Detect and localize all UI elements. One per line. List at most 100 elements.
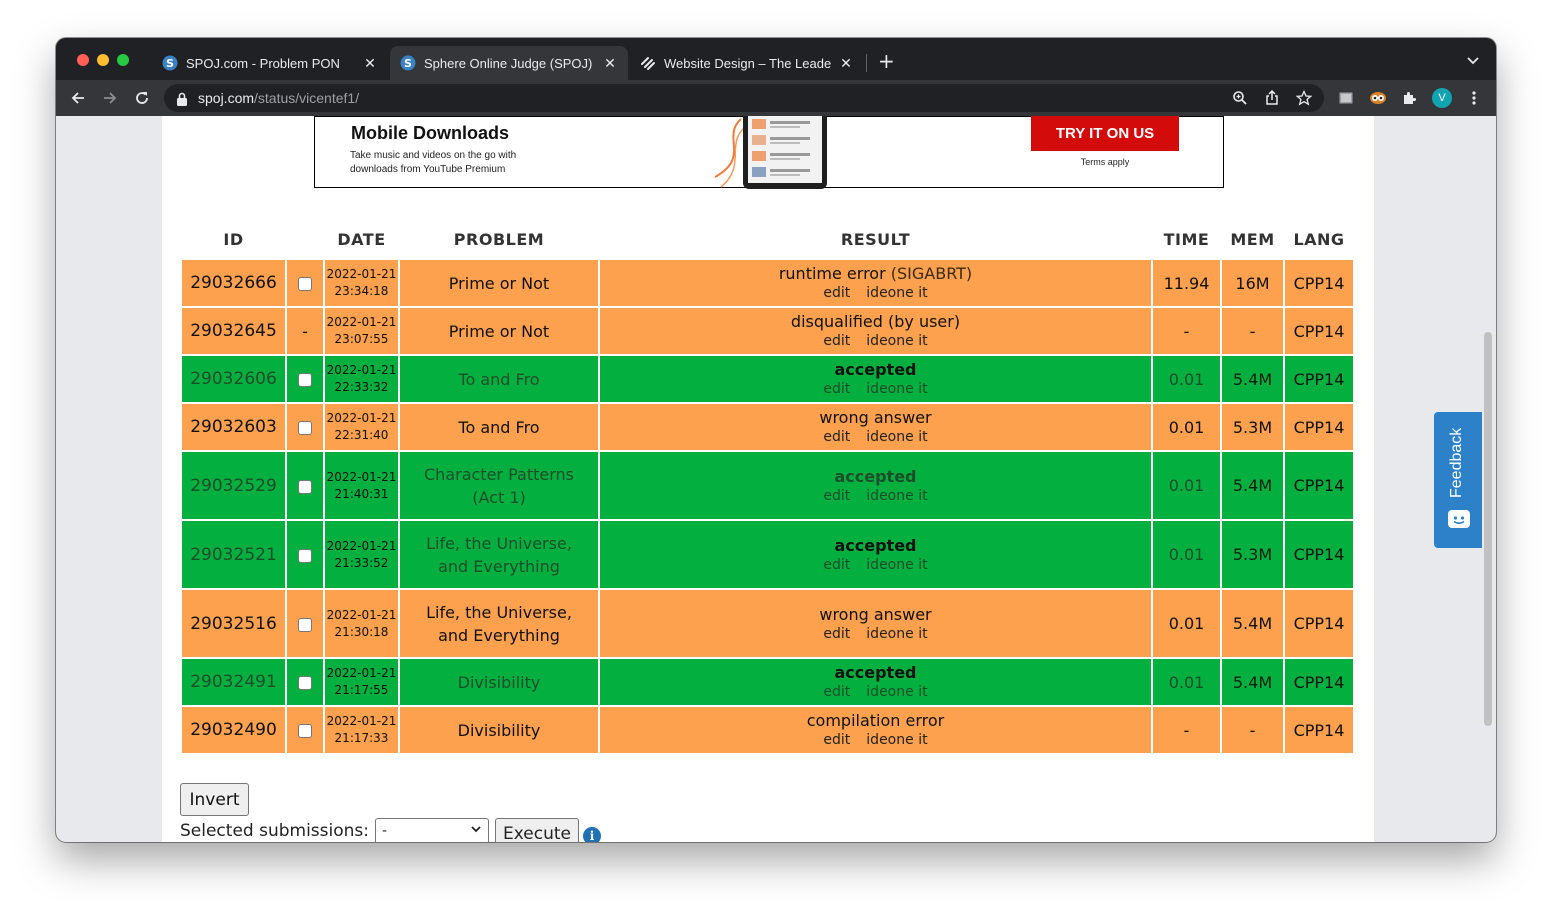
back-icon[interactable] bbox=[68, 88, 88, 108]
ad-cta-button[interactable]: TRY IT ON US bbox=[1031, 116, 1179, 151]
edit-link[interactable]: edit bbox=[823, 333, 850, 349]
ideone-link[interactable]: ideone it bbox=[866, 626, 927, 642]
col-header-time[interactable]: TIME bbox=[1153, 220, 1220, 258]
new-tab-button[interactable]: + bbox=[878, 50, 895, 72]
edit-link[interactable]: edit bbox=[823, 285, 850, 301]
address-bar[interactable]: spoj.com/status/vicentef1/ bbox=[164, 84, 1324, 112]
row-checkbox[interactable] bbox=[298, 548, 312, 563]
submission-date: 2022-01-21 22:33:32 bbox=[325, 356, 398, 402]
problem-link[interactable]: Life, the Universe, and Everything bbox=[400, 521, 598, 588]
reload-icon[interactable] bbox=[132, 88, 152, 108]
result-links: edit ideone it bbox=[600, 380, 1151, 398]
date-day: 2022-01-21 bbox=[326, 607, 397, 622]
tab-close-icon[interactable]: ✕ bbox=[838, 55, 854, 72]
problem-link[interactable]: Prime or Not bbox=[400, 308, 598, 354]
ideone-link[interactable]: ideone it bbox=[866, 381, 927, 397]
col-header-lang[interactable]: LANG bbox=[1285, 220, 1353, 258]
col-header-mem[interactable]: MEM bbox=[1222, 220, 1283, 258]
ideone-link[interactable]: ideone it bbox=[866, 557, 927, 573]
problem-link[interactable]: Prime or Not bbox=[400, 260, 598, 306]
submission-id[interactable]: 29032603 bbox=[182, 404, 285, 450]
problem-link[interactable]: Divisibility bbox=[400, 707, 598, 753]
ideone-link[interactable]: ideone it bbox=[866, 684, 927, 700]
col-header-problem[interactable]: PROBLEM bbox=[400, 220, 598, 258]
ideone-link[interactable]: ideone it bbox=[866, 732, 927, 748]
edit-link[interactable]: edit bbox=[823, 381, 850, 397]
submission-id[interactable]: 29032529 bbox=[182, 452, 285, 519]
result-status: runtime error bbox=[778, 264, 886, 283]
submission-id[interactable]: 29032521 bbox=[182, 521, 285, 588]
extension-screenshot-icon[interactable] bbox=[1336, 88, 1356, 108]
date-day: 2022-01-21 bbox=[326, 315, 397, 329]
lock-icon[interactable] bbox=[176, 91, 188, 110]
result-cell: compilation error edit ideone it bbox=[600, 707, 1151, 753]
problem-link[interactable]: To and Fro bbox=[400, 356, 598, 402]
problem-link[interactable]: Life, the Universe, and Everything bbox=[400, 590, 598, 657]
row-checkbox-cell bbox=[287, 707, 323, 753]
tab-search-chevron-icon[interactable] bbox=[1466, 52, 1480, 71]
edit-link[interactable]: edit bbox=[823, 557, 850, 573]
execute-button[interactable]: Execute bbox=[495, 817, 580, 842]
table-row: 29032529 2022-01-21 21:40:31 Character Pa… bbox=[182, 452, 1353, 519]
invert-button[interactable]: Invert bbox=[180, 783, 249, 816]
extension-owl-icon[interactable] bbox=[1368, 88, 1388, 108]
edit-link[interactable]: edit bbox=[823, 429, 850, 445]
submission-id[interactable]: 29032491 bbox=[182, 659, 285, 705]
row-checkbox[interactable] bbox=[298, 617, 312, 632]
browser-menu-kebab-icon[interactable] bbox=[1464, 88, 1484, 108]
edit-link[interactable]: edit bbox=[823, 732, 850, 748]
row-checkbox-cell bbox=[287, 356, 323, 402]
row-checkbox[interactable] bbox=[298, 676, 312, 690]
profile-avatar[interactable]: V bbox=[1432, 88, 1452, 108]
result-cell: runtime error (SIGABRT) edit ideone it bbox=[600, 260, 1151, 306]
feedback-tab[interactable]: Feedback bbox=[1434, 412, 1482, 548]
close-window-button[interactable] bbox=[77, 54, 89, 66]
tab-spoj-status[interactable]: S Sphere Online Judge (SPOJ) - ✕ bbox=[390, 46, 628, 80]
edit-link[interactable]: edit bbox=[823, 684, 850, 700]
extensions-puzzle-icon[interactable] bbox=[1400, 88, 1420, 108]
minimize-window-button[interactable] bbox=[97, 54, 109, 66]
tab-close-icon[interactable]: ✕ bbox=[362, 55, 378, 72]
row-checkbox[interactable] bbox=[298, 277, 312, 291]
submission-id[interactable]: 29032516 bbox=[182, 590, 285, 657]
row-checkbox[interactable] bbox=[298, 479, 312, 494]
ideone-link[interactable]: ideone it bbox=[866, 333, 927, 349]
col-header-id[interactable]: ID bbox=[182, 220, 285, 258]
edit-link[interactable]: edit bbox=[823, 488, 850, 504]
page-scrollbar[interactable] bbox=[1484, 332, 1492, 726]
ideone-link[interactable]: ideone it bbox=[866, 429, 927, 445]
row-checkbox[interactable] bbox=[298, 421, 312, 435]
row-checkbox[interactable] bbox=[298, 724, 312, 738]
bookmark-star-icon[interactable] bbox=[1295, 89, 1313, 110]
forward-icon[interactable] bbox=[100, 88, 120, 108]
problem-link[interactable]: Divisibility bbox=[400, 659, 598, 705]
submission-id[interactable]: 29032645 bbox=[182, 308, 285, 354]
result-detail-link[interactable]: (SIGABRT) bbox=[891, 264, 972, 283]
submission-date: 2022-01-21 21:40:31 bbox=[325, 452, 398, 519]
result-links: edit ideone it bbox=[600, 731, 1151, 749]
problem-link[interactable]: To and Fro bbox=[400, 404, 598, 450]
maximize-window-button[interactable] bbox=[117, 54, 129, 66]
date-day: 2022-01-21 bbox=[326, 538, 397, 553]
tab-spoj-problem[interactable]: S SPOJ.com - Problem PON ✕ bbox=[152, 46, 388, 80]
info-icon[interactable]: i bbox=[583, 827, 602, 842]
date-day: 2022-01-21 bbox=[326, 714, 397, 728]
tab-close-icon[interactable]: ✕ bbox=[602, 55, 618, 72]
date-time: 22:33:32 bbox=[334, 380, 389, 394]
tab-website-design[interactable]: Website Design – The Leader i ✕ bbox=[630, 46, 864, 80]
share-icon[interactable] bbox=[1264, 89, 1280, 110]
submission-lang: CPP14 bbox=[1285, 308, 1353, 354]
row-checkbox[interactable] bbox=[298, 373, 312, 387]
col-header-date[interactable]: DATE bbox=[325, 220, 398, 258]
ideone-link[interactable]: ideone it bbox=[866, 285, 927, 301]
zoom-icon[interactable] bbox=[1232, 90, 1248, 110]
submission-id[interactable]: 29032490 bbox=[182, 707, 285, 753]
advertisement-banner[interactable]: Mobile Downloads Take music and videos o… bbox=[314, 116, 1224, 189]
problem-link[interactable]: Character Patterns (Act 1) bbox=[400, 452, 598, 519]
bulk-action-select[interactable]: - bbox=[375, 818, 490, 842]
submission-id[interactable]: 29032666 bbox=[182, 260, 285, 306]
submission-id[interactable]: 29032606 bbox=[182, 356, 285, 402]
edit-link[interactable]: edit bbox=[823, 626, 850, 642]
ideone-link[interactable]: ideone it bbox=[866, 488, 927, 504]
col-header-result[interactable]: RESULT bbox=[600, 220, 1151, 258]
